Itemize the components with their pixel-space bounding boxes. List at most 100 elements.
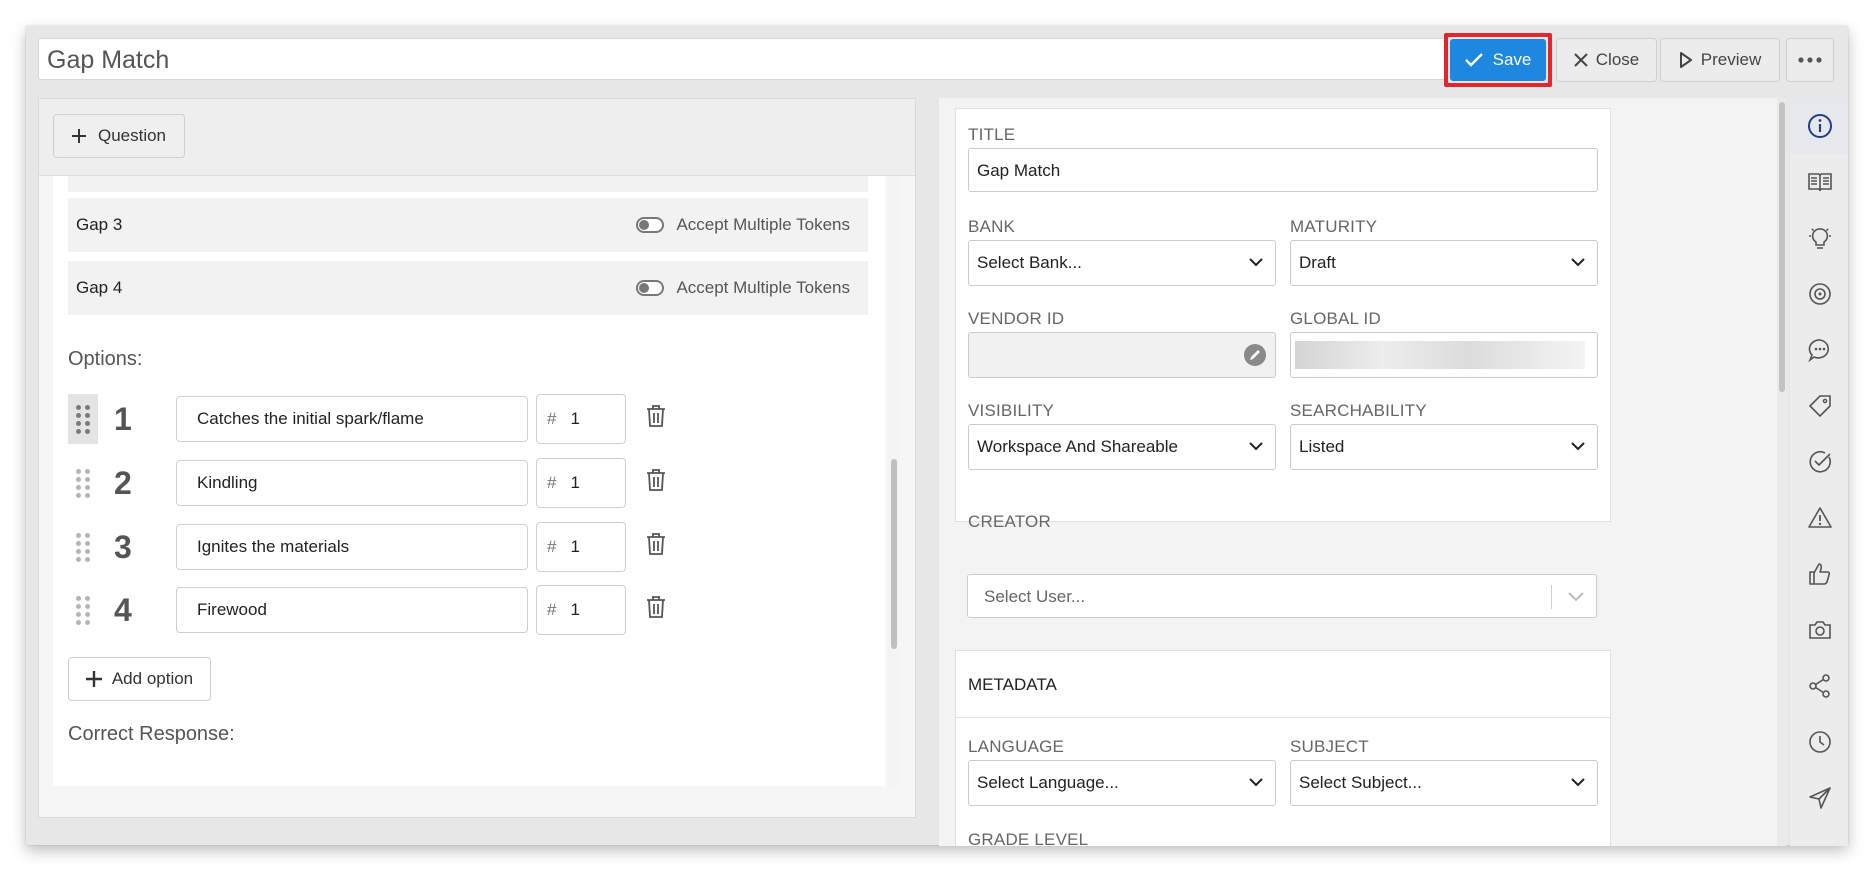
camera-icon[interactable]: [1807, 617, 1833, 643]
editor-toolbar: Question: [39, 99, 915, 176]
target-icon[interactable]: [1807, 281, 1833, 307]
editor-scrollbar-thumb[interactable]: [891, 459, 897, 649]
option-text-input[interactable]: Kindling: [176, 460, 528, 506]
metadata-heading: METADATA: [968, 675, 1057, 694]
searchability-select[interactable]: Listed: [1290, 424, 1598, 470]
side-icon-rail: [1790, 98, 1848, 846]
gap-name: Gap 4: [76, 278, 123, 297]
save-label: Save: [1492, 50, 1532, 69]
warning-icon[interactable]: [1807, 505, 1833, 531]
save-button[interactable]: Save: [1450, 39, 1546, 81]
question-body: Gap 3 Accept Multiple Tokens Gap 4 Accep…: [53, 176, 885, 786]
title-label: TITLE: [968, 125, 1016, 144]
trash-icon[interactable]: [646, 404, 666, 428]
hash-icon: #: [547, 409, 557, 428]
toggle-switch[interactable]: [636, 217, 665, 233]
visibility-label: VISIBILITY: [968, 401, 1055, 420]
maturity-label: MATURITY: [1290, 217, 1378, 236]
title-input[interactable]: Gap Match: [38, 38, 1446, 80]
hash-icon: #: [547, 600, 557, 619]
language-select-value: Select Language...: [977, 773, 1119, 792]
book-icon[interactable]: [1807, 169, 1833, 195]
add-question-label: Question: [97, 126, 167, 145]
chevron-down-icon: [1571, 778, 1585, 787]
toggle-switch[interactable]: [636, 280, 665, 296]
drag-handle-icon[interactable]: [68, 458, 98, 508]
tag-icon[interactable]: [1807, 393, 1833, 419]
play-icon: [1679, 52, 1692, 68]
creator-placeholder: Select User...: [984, 587, 1086, 606]
trash-icon[interactable]: [646, 468, 666, 492]
option-row: 4 Firewood #1: [68, 585, 788, 635]
preview-button[interactable]: Preview: [1660, 38, 1780, 82]
visibility-select[interactable]: Workspace And Shareable: [968, 424, 1276, 470]
chevron-down-icon: [1571, 442, 1585, 451]
creator-select[interactable]: Select User...: [967, 574, 1597, 618]
vendor-id-label: VENDOR ID: [968, 309, 1065, 328]
option-count-value: 1: [570, 473, 580, 492]
clock-icon[interactable]: [1807, 729, 1833, 755]
check-icon: [1464, 53, 1483, 67]
drag-handle-icon[interactable]: [68, 394, 98, 444]
toggle-label: Accept Multiple Tokens: [676, 278, 850, 297]
properties-scrollbar-thumb[interactable]: [1779, 102, 1785, 392]
maturity-select-value: Draft: [1299, 253, 1336, 272]
plus-icon: [71, 129, 86, 143]
title-field[interactable]: Gap Match: [968, 148, 1598, 192]
option-count-value: 1: [570, 537, 580, 556]
language-select[interactable]: Select Language...: [968, 760, 1276, 806]
chevron-down-icon: [1249, 442, 1263, 451]
toggle-label: Accept Multiple Tokens: [676, 215, 850, 234]
info-icon[interactable]: [1807, 113, 1833, 139]
metadata-card: METADATA LANGUAGE Select Language... SUB…: [955, 650, 1611, 846]
global-id-label: GLOBAL ID: [1290, 309, 1381, 328]
option-text-input[interactable]: Catches the initial spark/flame: [176, 396, 528, 442]
option-row: 2 Kindling #1: [68, 458, 788, 508]
option-row: 1 Catches the initial spark/flame #1: [68, 394, 788, 444]
thumbs-up-icon[interactable]: [1807, 561, 1833, 587]
option-text-input[interactable]: Firewood: [176, 587, 528, 633]
check-circle-icon[interactable]: [1807, 449, 1833, 475]
global-id-field: [1290, 332, 1598, 378]
gap-row: Gap 4 Accept Multiple Tokens: [68, 261, 868, 315]
metadata-divider: [956, 717, 1610, 718]
subject-label: SUBJECT: [1290, 737, 1369, 756]
accept-multiple-tokens-toggle[interactable]: Accept Multiple Tokens: [636, 278, 850, 298]
add-question-button[interactable]: Question: [53, 114, 185, 158]
add-option-button[interactable]: Add option: [68, 657, 211, 701]
close-label: Close: [1595, 50, 1640, 69]
option-count-input[interactable]: #1: [536, 522, 626, 572]
gap-name: Gap 3: [76, 215, 123, 234]
drag-handle-icon[interactable]: [68, 585, 98, 635]
send-icon[interactable]: [1807, 785, 1833, 811]
close-button[interactable]: Close: [1556, 38, 1657, 82]
language-label: LANGUAGE: [968, 737, 1065, 756]
edit-icon[interactable]: [1243, 343, 1267, 367]
trash-icon[interactable]: [646, 532, 666, 556]
option-text-input[interactable]: Ignites the materials: [176, 524, 528, 570]
maturity-select[interactable]: Draft: [1290, 240, 1598, 286]
more-button[interactable]: [1786, 38, 1834, 82]
creator-label: CREATOR: [968, 512, 1051, 531]
option-count-input[interactable]: #1: [536, 458, 626, 508]
correct-response-label: Correct Response:: [68, 723, 235, 745]
trash-icon[interactable]: [646, 595, 666, 619]
searchability-label: SEARCHABILITY: [1290, 401, 1427, 420]
editor-window: Gap Match Save Close Preview Question Ga…: [26, 26, 1848, 846]
global-id-redacted: [1295, 341, 1585, 369]
vendor-id-field[interactable]: [968, 332, 1276, 378]
subject-select[interactable]: Select Subject...: [1290, 760, 1598, 806]
drag-handle-icon[interactable]: [68, 522, 98, 572]
accept-multiple-tokens-toggle[interactable]: Accept Multiple Tokens: [636, 215, 850, 235]
plus-icon: [85, 671, 102, 687]
option-count-input[interactable]: #1: [536, 585, 626, 635]
bank-select[interactable]: Select Bank...: [968, 240, 1276, 286]
subject-select-value: Select Subject...: [1299, 773, 1422, 792]
chat-icon[interactable]: [1807, 337, 1833, 363]
chevron-down-icon: [1249, 258, 1263, 267]
share-icon[interactable]: [1807, 673, 1833, 699]
lightbulb-icon[interactable]: [1807, 225, 1833, 251]
searchability-select-value: Listed: [1299, 437, 1345, 456]
option-count-input[interactable]: #1: [536, 394, 626, 444]
hash-icon: #: [547, 473, 557, 492]
